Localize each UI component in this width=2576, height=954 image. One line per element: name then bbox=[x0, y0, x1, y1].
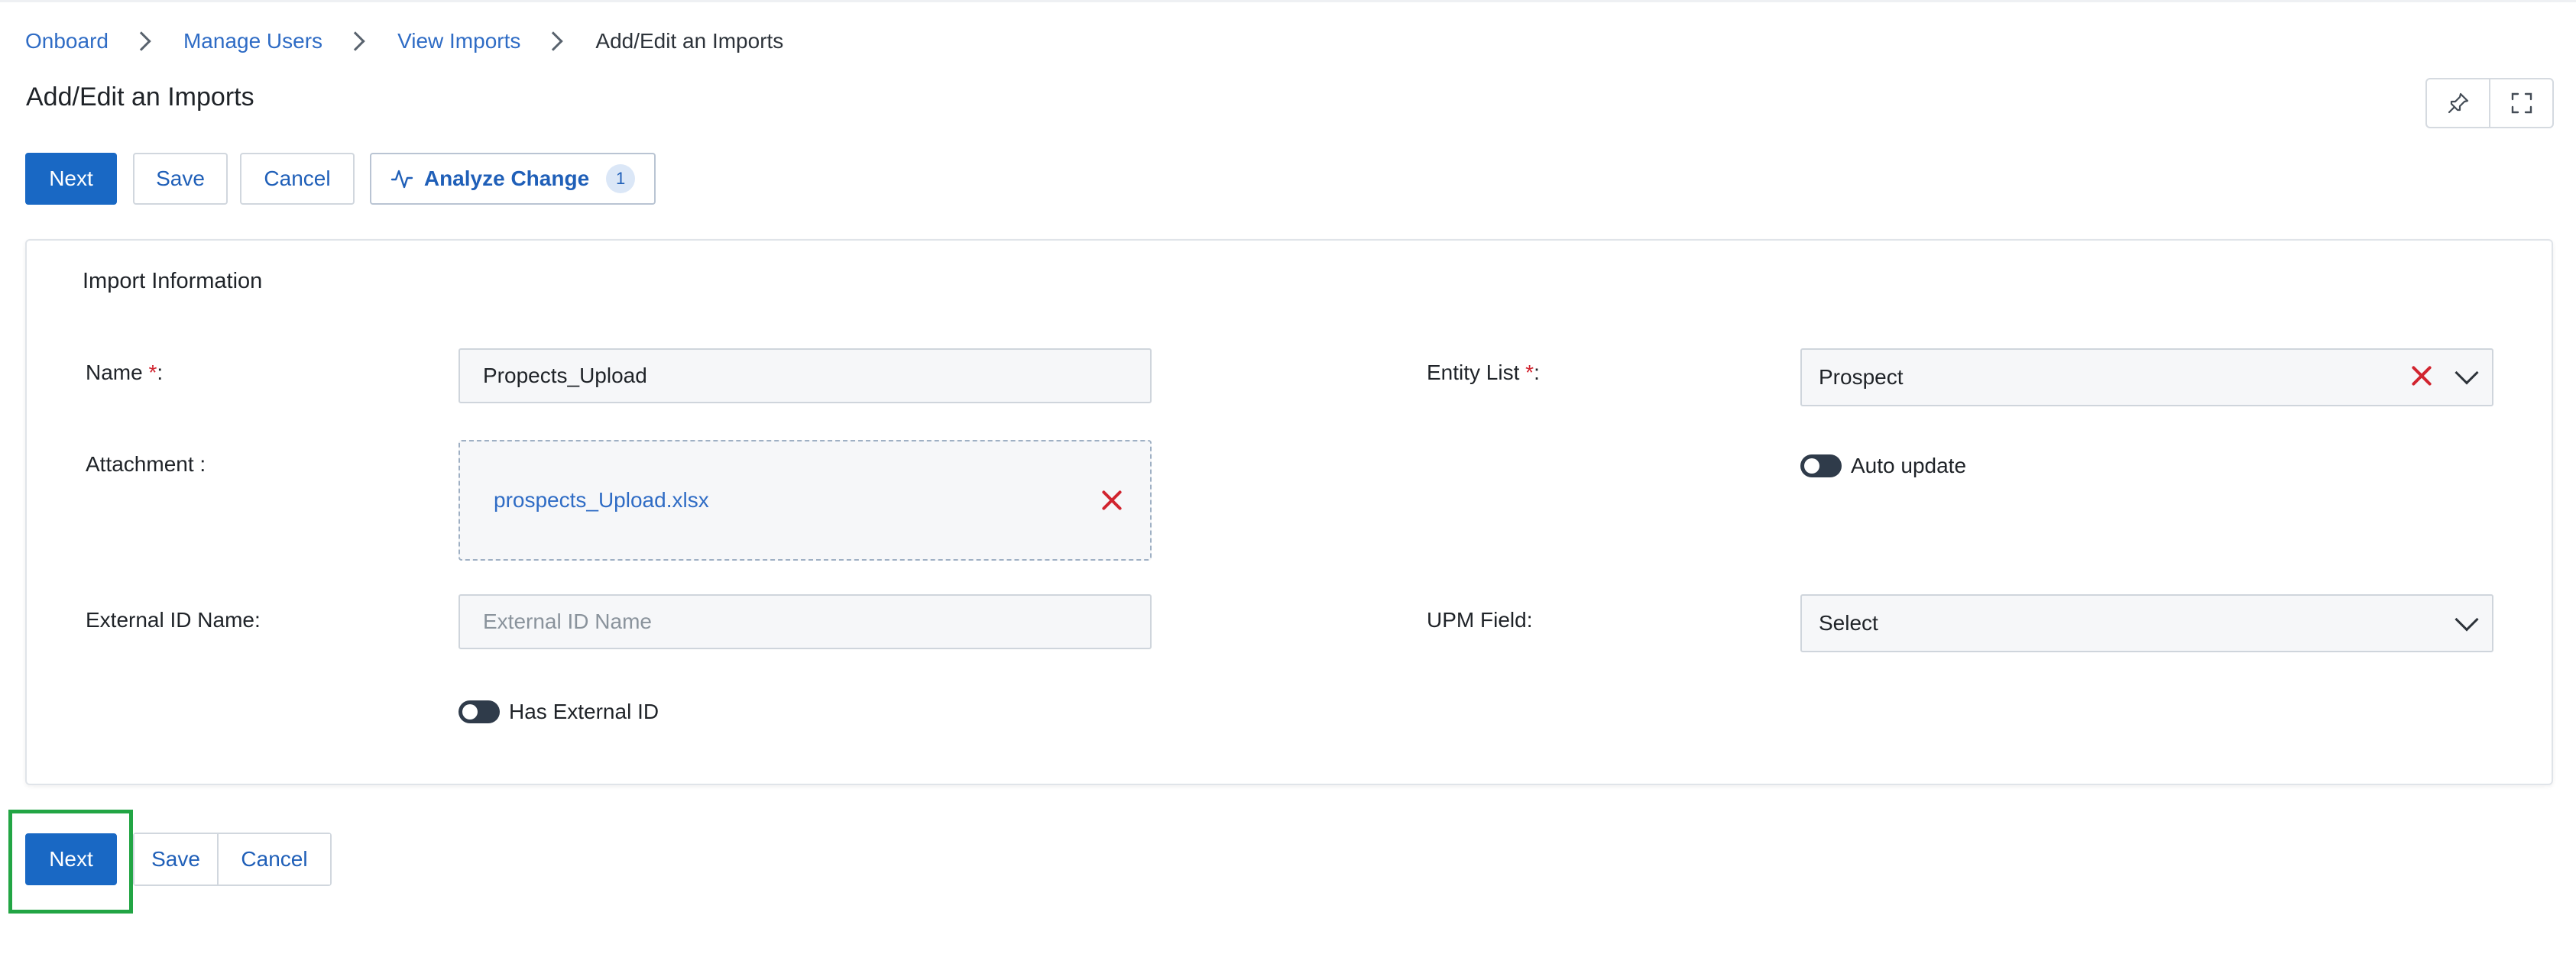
required-marker: * bbox=[1525, 361, 1534, 384]
has-external-id-label: Has External ID bbox=[509, 700, 659, 723]
toggle-knob bbox=[462, 704, 478, 720]
top-border bbox=[0, 0, 2576, 2]
section-title: Import Information bbox=[83, 269, 263, 293]
pin-button[interactable] bbox=[2427, 79, 2489, 127]
pin-icon bbox=[2448, 92, 2468, 114]
name-input[interactable] bbox=[458, 348, 1152, 403]
footer-next-button[interactable]: Next bbox=[25, 833, 117, 885]
attachment-file-link[interactable]: prospects_Upload.xlsx bbox=[494, 488, 709, 513]
upm-field-select[interactable]: Select bbox=[1800, 594, 2493, 652]
fullscreen-button[interactable] bbox=[2489, 79, 2552, 127]
toggle-knob bbox=[1804, 458, 1819, 474]
clear-entity-icon[interactable] bbox=[2410, 364, 2433, 387]
label-colon: : bbox=[1534, 361, 1540, 384]
entity-list-label-text: Entity List bbox=[1427, 361, 1526, 384]
analyze-change-button[interactable]: Analyze Change 1 bbox=[370, 153, 656, 205]
analyze-change-label: Analyze Change bbox=[423, 167, 590, 190]
name-label-text: Name bbox=[86, 361, 149, 384]
auto-update-row: Auto update bbox=[1800, 454, 1966, 478]
save-button[interactable]: Save bbox=[133, 153, 228, 205]
upm-field-label: UPM Field: bbox=[1427, 608, 1533, 632]
cancel-button[interactable]: Cancel bbox=[240, 153, 355, 205]
footer-save-button[interactable]: Save bbox=[134, 834, 217, 884]
breadcrumb-onboard[interactable]: Onboard bbox=[25, 29, 109, 53]
breadcrumb-view-imports[interactable]: View Imports bbox=[397, 29, 520, 53]
page-title: Add/Edit an Imports bbox=[26, 82, 254, 112]
footer-cancel-button[interactable]: Cancel bbox=[217, 834, 330, 884]
entity-list-select[interactable]: Prospect bbox=[1800, 348, 2493, 406]
change-count-badge: 1 bbox=[606, 164, 636, 193]
auto-update-toggle[interactable] bbox=[1800, 454, 1842, 477]
required-marker: * bbox=[148, 361, 157, 384]
entity-list-label: Entity List *: bbox=[1427, 361, 1540, 385]
breadcrumb: Onboard Manage Users View Imports Add/Ed… bbox=[25, 26, 783, 57]
attachment-label: Attachment : bbox=[86, 452, 206, 476]
label-colon: : bbox=[157, 361, 164, 384]
entity-list-value: Prospect bbox=[1819, 365, 1904, 389]
chevron-right-icon bbox=[131, 31, 151, 51]
footer-button-group: Save Cancel bbox=[133, 833, 332, 886]
next-button[interactable]: Next bbox=[25, 153, 117, 205]
has-external-id-toggle[interactable] bbox=[458, 700, 500, 723]
has-external-id-row: Has External ID bbox=[458, 700, 659, 724]
view-controls bbox=[2425, 78, 2554, 128]
breadcrumb-current: Add/Edit an Imports bbox=[595, 29, 784, 53]
activity-icon bbox=[390, 170, 413, 189]
breadcrumb-manage-users[interactable]: Manage Users bbox=[183, 29, 322, 53]
upm-field-value: Select bbox=[1819, 611, 1878, 635]
attachment-dropzone[interactable]: prospects_Upload.xlsx bbox=[458, 440, 1152, 561]
remove-attachment-icon[interactable] bbox=[1100, 489, 1123, 512]
external-id-label: External ID Name: bbox=[86, 608, 261, 632]
fullscreen-icon bbox=[2511, 92, 2532, 114]
chevron-right-icon bbox=[543, 31, 564, 51]
auto-update-label: Auto update bbox=[1851, 454, 1967, 477]
import-information-card bbox=[25, 239, 2553, 785]
external-id-input[interactable] bbox=[458, 594, 1152, 649]
name-label: Name *: bbox=[86, 361, 163, 385]
chevron-right-icon bbox=[345, 31, 365, 51]
